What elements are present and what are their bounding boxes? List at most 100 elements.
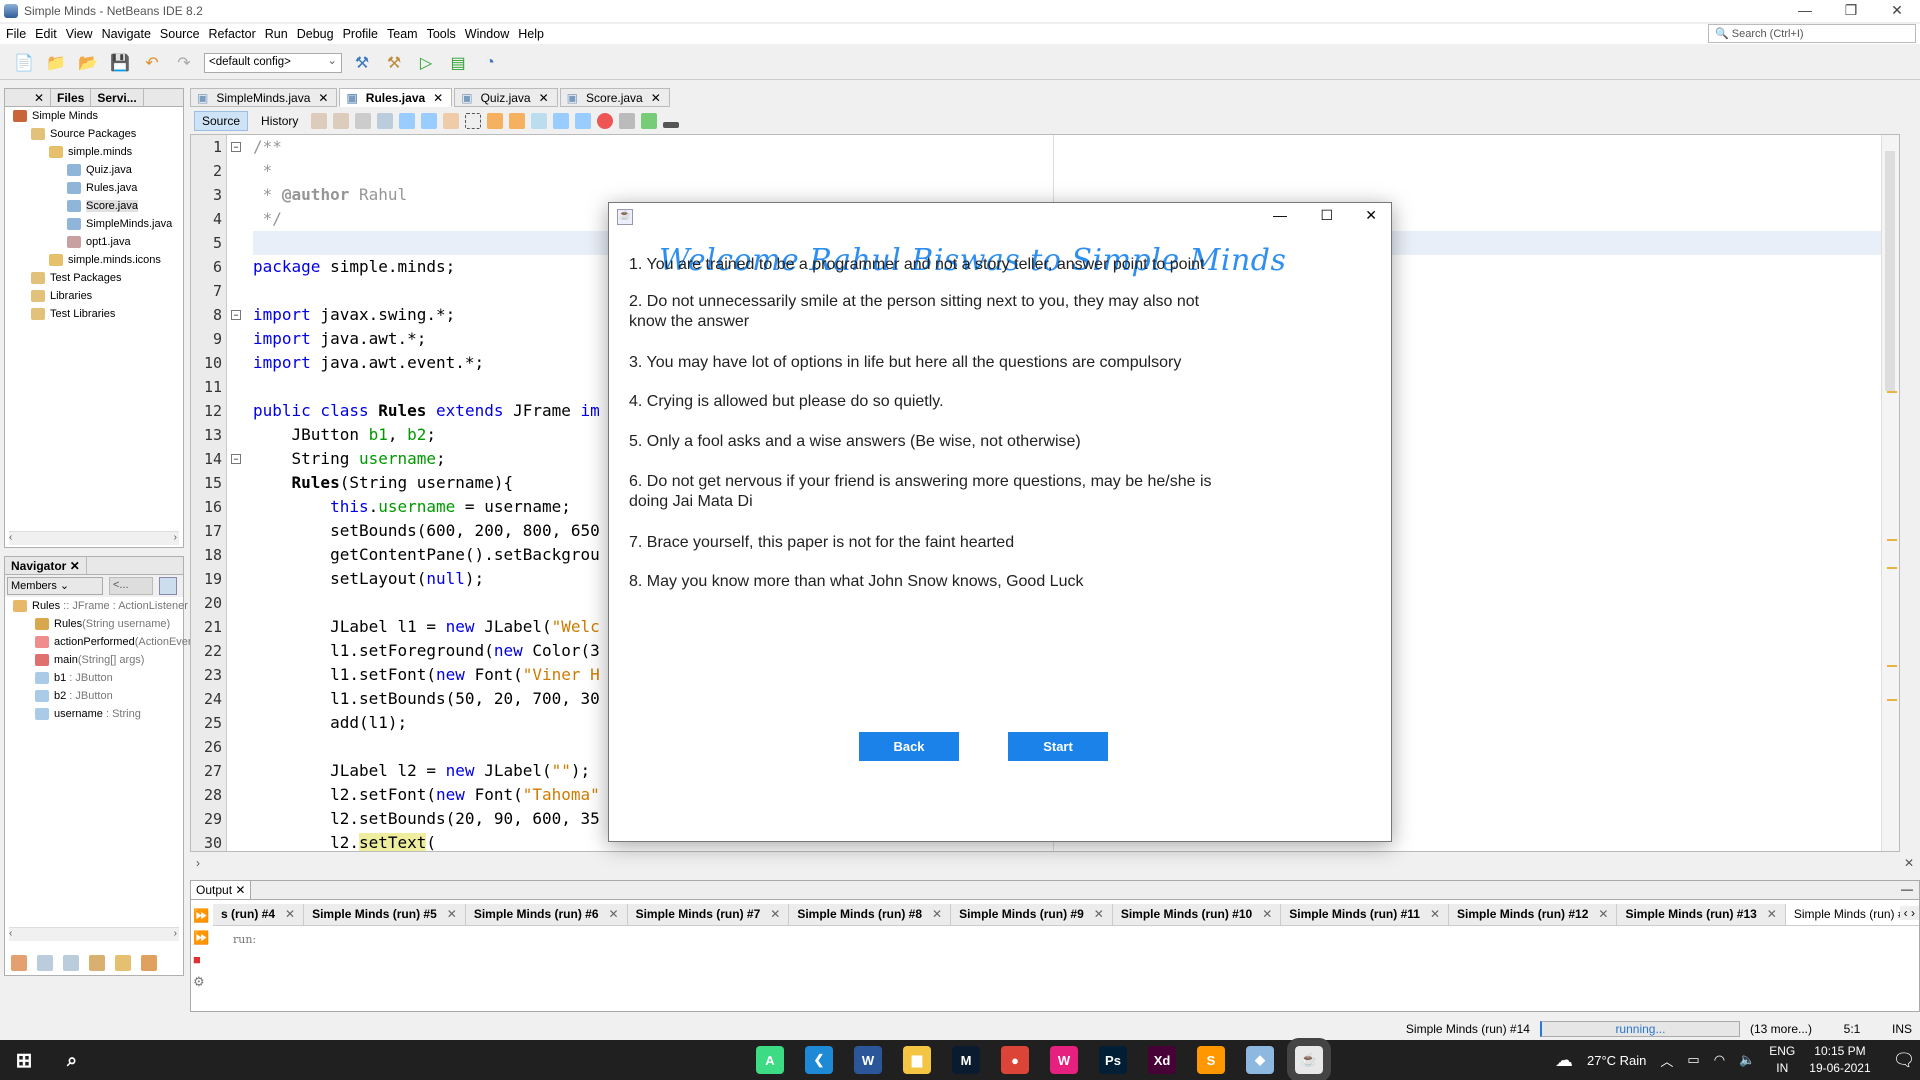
menu-debug[interactable]: Debug	[297, 27, 334, 41]
tab-services[interactable]: Servi...	[91, 89, 144, 106]
wifi-icon[interactable]: ◠	[1714, 1052, 1725, 1068]
tab-close-icon[interactable]: ✕	[539, 91, 549, 105]
error-stripe-mark[interactable]	[1887, 391, 1897, 393]
editor-tab[interactable]: ▣ Score.java ✕	[559, 88, 670, 107]
battery-icon[interactable]: ▭	[1687, 1052, 1699, 1068]
close-button[interactable]: ✕	[1874, 0, 1920, 20]
navigator-item[interactable]: username : String	[5, 705, 183, 723]
debug-icon[interactable]: ▤	[446, 51, 470, 75]
rerun-icon[interactable]: ⏩	[193, 905, 211, 927]
fold-icon[interactable]: −	[231, 310, 241, 320]
menu-profile[interactable]: Profile	[343, 27, 378, 41]
save-all-icon[interactable]: 💾	[108, 51, 132, 75]
tab-close-icon[interactable]: ✕	[1430, 907, 1440, 922]
notifications-icon[interactable]: 🗨	[1893, 1050, 1916, 1071]
navigator-item[interactable]: main(String[] args)	[5, 651, 183, 669]
clock[interactable]: 10:15 PM 19-06-2021	[1809, 1043, 1870, 1077]
output-run-tab[interactable]: Simple Minds (run) #9 ✕	[951, 904, 1113, 925]
vscode-icon[interactable]: ❮	[805, 1046, 833, 1074]
output-run-tab[interactable]: Simple Minds (run) #6 ✕	[466, 904, 628, 925]
tree-item[interactable]: SimpleMinds.java	[5, 215, 183, 233]
error-stripe-mark[interactable]	[1887, 539, 1897, 541]
weather-text[interactable]: 27°C Rain	[1587, 1053, 1646, 1068]
tab-close-icon[interactable]: ✕	[285, 907, 295, 922]
volume-icon[interactable]: 🔈	[1739, 1052, 1755, 1068]
restore-button[interactable]: ❐	[1828, 0, 1874, 20]
rect-select-icon[interactable]	[465, 112, 482, 129]
tree-item[interactable]: simple.minds	[5, 143, 183, 161]
navigator-item[interactable]: Rules :: JFrame : ActionListener	[5, 597, 188, 615]
expand-icon[interactable]: ›	[196, 856, 200, 870]
run-icon[interactable]: ▷	[414, 51, 438, 75]
close-panel-icon[interactable]: ✕	[1904, 856, 1914, 870]
mysql-icon[interactable]: M	[952, 1046, 980, 1074]
netbeans-icon[interactable]: ◆	[1246, 1046, 1274, 1074]
navigator-item[interactable]: Rules(String username)	[5, 615, 183, 633]
back-icon[interactable]	[333, 112, 350, 129]
filter-nonpublic-icon[interactable]	[89, 955, 105, 971]
open-project-icon[interactable]: 📂	[76, 51, 100, 75]
error-stripe-mark[interactable]	[1887, 665, 1897, 667]
start-button[interactable]: Start	[1008, 732, 1108, 761]
xd-icon[interactable]: Xd	[1148, 1046, 1176, 1074]
editor-tab[interactable]: ▣ Rules.java ✕	[339, 88, 453, 107]
navigator-item[interactable]: actionPerformed(ActionEvent	[5, 633, 197, 651]
tree-item[interactable]: Quiz.java	[5, 161, 183, 179]
projects-tab-close-icon[interactable]: ✕	[5, 89, 51, 106]
clean-build-icon[interactable]: ⚒	[382, 51, 406, 75]
tree-item[interactable]: Libraries	[5, 287, 183, 305]
sublime-icon[interactable]: S	[1197, 1046, 1225, 1074]
output-run-tab[interactable]: Simple Minds (run) #13 ✕	[1617, 904, 1786, 925]
output-run-tab[interactable]: Simple Minds (run) #5 ✕	[304, 904, 466, 925]
tree-item[interactable]: Score.java	[5, 197, 183, 215]
sort-source-icon[interactable]	[141, 955, 157, 971]
language-indicator[interactable]: ENG IN	[1769, 1043, 1795, 1077]
undo-icon[interactable]: ↶	[140, 51, 164, 75]
wamp-icon[interactable]: W	[1050, 1046, 1078, 1074]
search-icon[interactable]: ⌕	[58, 1046, 86, 1074]
tree-item[interactable]: Test Libraries	[5, 305, 183, 323]
fold-icon[interactable]: −	[231, 454, 241, 464]
horizontal-scrollbar[interactable]: ‹ ›	[9, 531, 179, 545]
tree-item[interactable]: Test Packages	[5, 269, 183, 287]
uncomment-icon[interactable]	[663, 121, 680, 128]
chrome-icon[interactable]: ●	[1001, 1046, 1029, 1074]
filter-fields-icon[interactable]	[37, 955, 53, 971]
settings-icon[interactable]: ⚙	[193, 971, 211, 993]
menu-refactor[interactable]: Refactor	[209, 27, 256, 41]
redo-icon[interactable]: ↷	[172, 51, 196, 75]
tree-item[interactable]: simple.minds.icons	[5, 251, 183, 269]
menu-run[interactable]: Run	[265, 27, 288, 41]
output-run-tab[interactable]: Simple Minds (run) #11 ✕	[1281, 904, 1450, 925]
tab-close-icon[interactable]: ✕	[447, 907, 457, 922]
tab-close-icon[interactable]: ✕	[770, 907, 780, 922]
tree-item[interactable]: Rules.java	[5, 179, 183, 197]
tab-close-icon[interactable]: ✕	[1767, 907, 1777, 922]
minimize-button[interactable]: —	[1782, 0, 1828, 20]
output-run-tab[interactable]: Simple Minds (run) #12 ✕	[1449, 904, 1618, 925]
new-project-icon[interactable]: 📁	[44, 51, 68, 75]
error-stripe-mark[interactable]	[1887, 567, 1897, 569]
navigator-item[interactable]: b2 : JButton	[5, 687, 183, 705]
menu-source[interactable]: Source	[160, 27, 200, 41]
task-progress[interactable]: running...	[1539, 1021, 1740, 1037]
word-icon[interactable]: W	[854, 1046, 882, 1074]
editor-scrollbar[interactable]	[1881, 135, 1899, 851]
fold-icon[interactable]: −	[231, 142, 241, 152]
file-explorer-icon[interactable]: ▆	[903, 1046, 931, 1074]
output-run-tab[interactable]: s (run) #4 ✕	[213, 904, 305, 925]
tab-close-icon[interactable]: ✕	[1094, 907, 1104, 922]
menu-file[interactable]: File	[6, 27, 26, 41]
weather-icon[interactable]: ☁	[1555, 1050, 1573, 1071]
dialog-minimize-button[interactable]: —	[1273, 207, 1287, 223]
tab-close-icon[interactable]: ✕	[318, 91, 328, 105]
tree-item[interactable]: opt1.java	[5, 233, 183, 251]
output-run-tab[interactable]: Simple Minds (run) #7 ✕	[628, 904, 790, 925]
tab-close-icon[interactable]: ✕	[1598, 907, 1608, 922]
search-input[interactable]: 🔍 Search (Ctrl+I)	[1708, 24, 1916, 43]
navigator-item[interactable]: b1 : JButton	[5, 669, 183, 687]
rerun-params-icon[interactable]: ⏩	[193, 927, 211, 949]
tree-item[interactable]: Source Packages	[5, 125, 183, 143]
menu-team[interactable]: Team	[387, 27, 418, 41]
tab-close-icon[interactable]: ✕	[609, 907, 619, 922]
